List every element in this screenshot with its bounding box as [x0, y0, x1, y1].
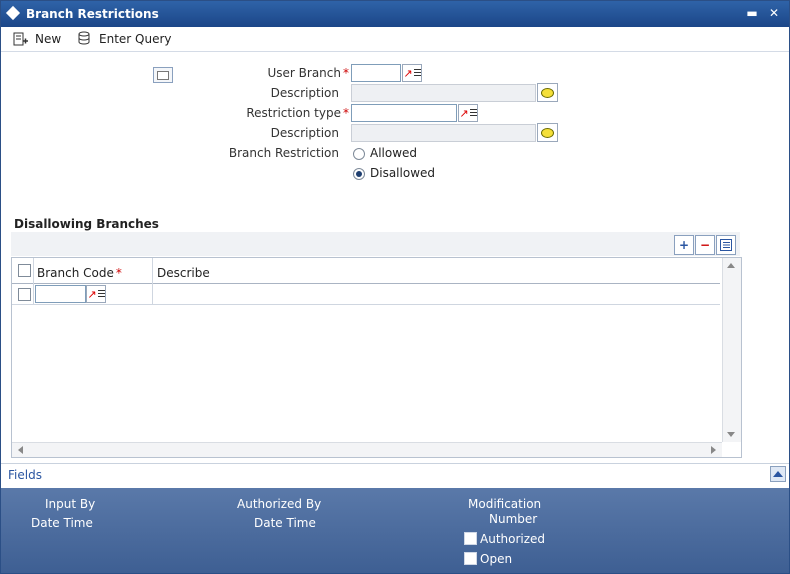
- grid-vertical-scrollbar[interactable]: [722, 258, 741, 442]
- enter-query-button[interactable]: Enter Query: [77, 30, 172, 48]
- speech-bubble-icon: [541, 127, 554, 138]
- branch-code-lov-button[interactable]: ↗: [86, 285, 106, 303]
- grid-toolbar: + −: [11, 232, 740, 256]
- allowed-radio-label: Allowed: [370, 146, 418, 160]
- new-label: New: [35, 32, 62, 46]
- single-view-button[interactable]: [716, 235, 736, 255]
- description-label-1: Description: [270, 86, 339, 100]
- open-checkbox[interactable]: [464, 552, 477, 565]
- table-row: ↗: [12, 284, 720, 305]
- restriction-type-description-popup-button[interactable]: [537, 123, 558, 142]
- new-button[interactable]: New: [13, 30, 61, 48]
- modification-label: Modification: [468, 497, 542, 511]
- user-branch-lov-button[interactable]: ↗: [402, 64, 422, 82]
- lov-arrow-icon: ↗: [403, 66, 413, 80]
- grid-header: Branch Code * Describe: [12, 258, 720, 284]
- column-describe: Describe: [157, 266, 210, 280]
- window-title: Branch Restrictions: [26, 7, 159, 21]
- scroll-down-icon[interactable]: [727, 432, 735, 437]
- allowed-radio[interactable]: [353, 148, 365, 160]
- input-by-label: Input By: [45, 497, 96, 511]
- record-details-icon[interactable]: [153, 67, 173, 83]
- branch-restrictions-window: Branch Restrictions ▬ ✕ New Enter Query …: [0, 0, 790, 574]
- user-branch-label: User Branch *: [267, 66, 350, 80]
- window-icon: [5, 5, 21, 21]
- authorized-label: Authorized: [480, 532, 546, 546]
- date-time-label-2: Date Time: [254, 516, 316, 530]
- number-label: Number: [489, 512, 538, 526]
- list-view-icon: [720, 239, 732, 251]
- fields-bar: Fields: [1, 463, 789, 488]
- authorized-checkbox[interactable]: [464, 532, 477, 545]
- select-all-checkbox[interactable]: [18, 264, 31, 277]
- add-row-button[interactable]: +: [674, 235, 694, 255]
- row-checkbox[interactable]: [18, 288, 31, 301]
- date-time-label-1: Date Time: [31, 516, 93, 530]
- scroll-up-icon[interactable]: [727, 263, 735, 268]
- lov-arrow-icon: ↗: [87, 287, 97, 301]
- branch-code-input[interactable]: [35, 285, 86, 303]
- disallowing-branches-grid: Branch Code * Describe ↗: [11, 257, 742, 458]
- title-bar: Branch Restrictions ▬ ✕: [1, 1, 789, 27]
- grid-horizontal-scrollbar[interactable]: [12, 442, 722, 457]
- restriction-type-input[interactable]: [351, 104, 457, 122]
- restriction-type-label: Restriction type *: [246, 106, 349, 120]
- branch-restriction-label: Branch Restriction: [228, 146, 339, 160]
- lov-arrow-icon: ↗: [459, 106, 469, 120]
- enter-query-label: Enter Query: [99, 32, 172, 46]
- description-label-2: Description: [270, 126, 339, 140]
- minimize-button[interactable]: ▬: [743, 4, 761, 22]
- disallowed-radio[interactable]: [353, 168, 365, 180]
- disallowing-branches-title: Disallowing Branches: [14, 217, 159, 231]
- restriction-type-lov-button[interactable]: ↗: [458, 104, 478, 122]
- column-branch-code: Branch Code *: [37, 266, 122, 280]
- fields-link[interactable]: Fields: [8, 468, 42, 482]
- restriction-type-description-field: [351, 124, 536, 142]
- close-button[interactable]: ✕: [765, 4, 783, 22]
- user-branch-description-popup-button[interactable]: [537, 83, 558, 102]
- scroll-right-icon[interactable]: [711, 446, 716, 454]
- query-icon: [78, 31, 90, 45]
- disallowed-radio-label: Disallowed: [370, 166, 436, 180]
- scroll-left-icon[interactable]: [18, 446, 23, 454]
- user-branch-input[interactable]: [351, 64, 401, 82]
- speech-bubble-icon: [541, 87, 554, 98]
- user-branch-description-field: [351, 84, 536, 102]
- collapse-up-icon[interactable]: [770, 466, 786, 482]
- audit-footer: Input By Date Time Authorized By Date Ti…: [1, 488, 789, 573]
- authorized-by-label: Authorized By: [237, 497, 322, 511]
- new-record-icon: [13, 32, 28, 46]
- delete-row-button[interactable]: −: [695, 235, 715, 255]
- open-label: Open: [480, 552, 513, 566]
- toolbar: New Enter Query: [1, 27, 789, 52]
